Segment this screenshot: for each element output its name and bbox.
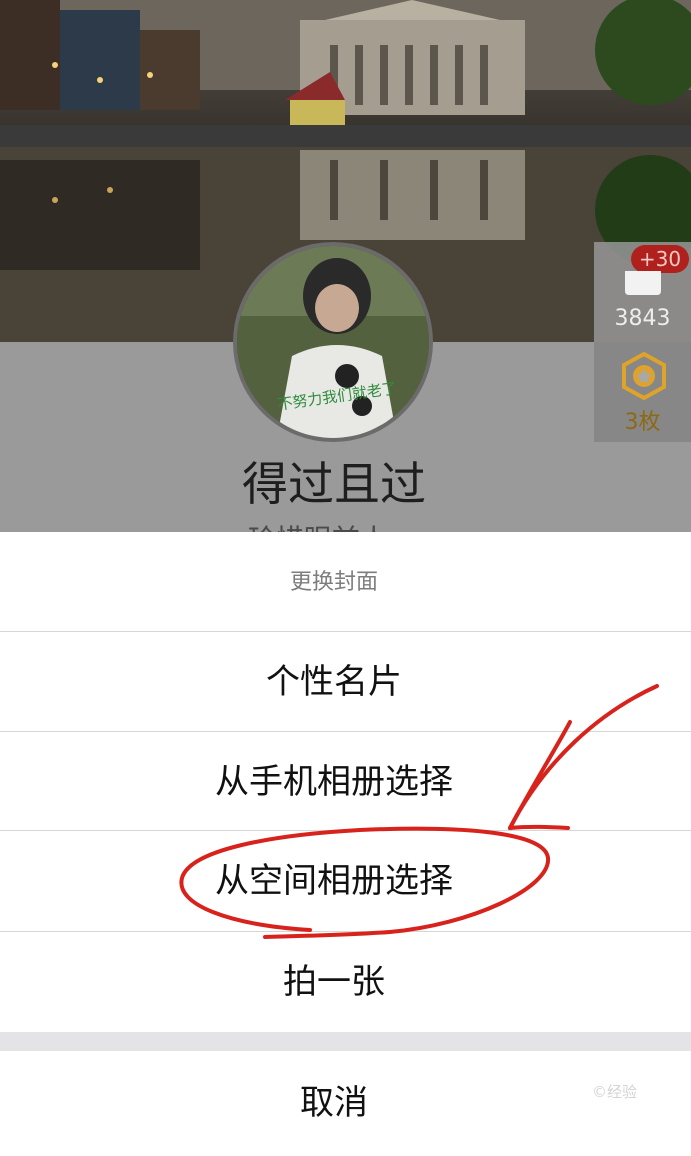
watermark: ©经验	[592, 1083, 638, 1101]
cancel-gap	[0, 1032, 691, 1051]
message-icon[interactable]	[622, 268, 664, 298]
message-count: 3843	[614, 306, 671, 331]
option-take-photo[interactable]: 拍一张	[0, 932, 668, 1031]
sheet-title: 更换封面	[289, 570, 378, 595]
avatar-photo	[237, 246, 429, 438]
cancel-button[interactable]: 取消	[0, 1051, 668, 1138]
coin-count: 3枚	[624, 410, 661, 435]
option-choose-phone-album[interactable]: 从手机相册选择	[0, 732, 668, 831]
star-coin-icon[interactable]	[621, 352, 667, 400]
option-personal-card[interactable]: 个性名片	[0, 632, 668, 731]
option-choose-qzone-album[interactable]: 从空间相册选择	[0, 831, 668, 930]
change-cover-action-sheet: 更换封面 个性名片 从手机相册选择 从空间相册选择 拍一张 取消	[0, 532, 691, 1138]
username: 得过且过	[242, 457, 426, 511]
avatar[interactable]: 不努力我们就老了	[233, 242, 433, 442]
